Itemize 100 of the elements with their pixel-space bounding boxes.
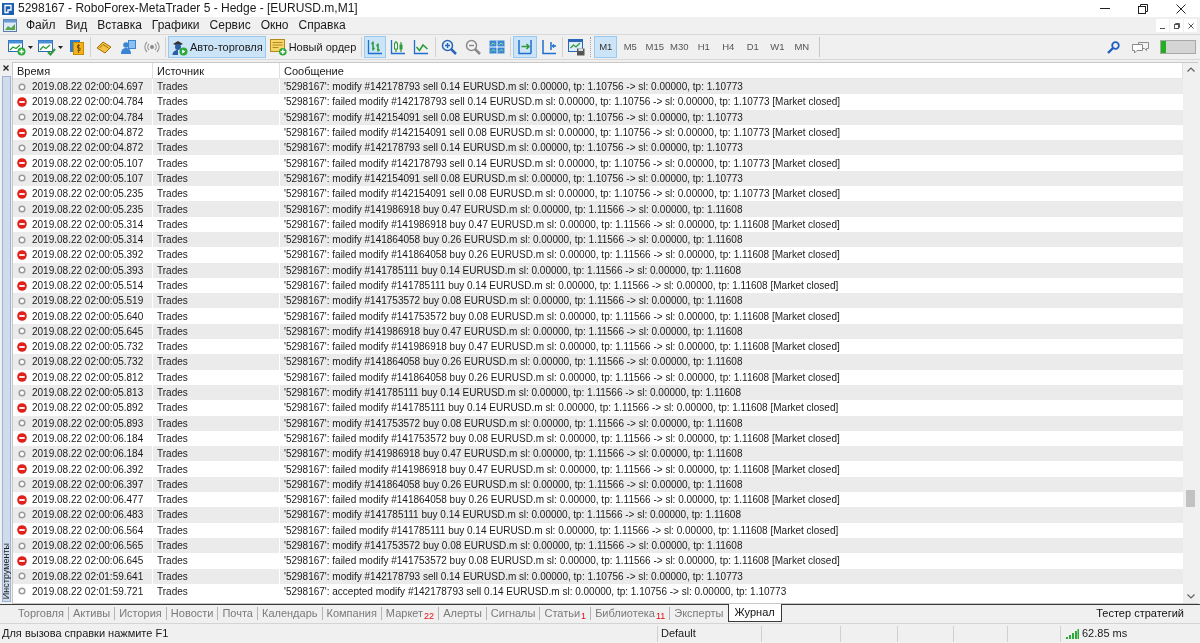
info-ring-icon <box>17 142 27 153</box>
log-row[interactable]: 2019.08.22 02:00:06.184 Trades '5298167': modify #141986918 buy 0.47 EURUSD.m sl: 0.00000, tp: 1.11566 -> sl: 0.00000, tp: 1.11608 <box>13 446 1183 462</box>
menu-item[interactable]: Файл <box>21 17 61 34</box>
panel-tab[interactable]: Алерты <box>439 605 486 622</box>
source-text: Trades <box>157 324 188 339</box>
timestamp-text: 2019.08.22 02:00:06.477 <box>32 493 144 508</box>
timestamp-text: 2019.08.22 02:00:05.813 <box>32 386 144 401</box>
panel-tab[interactable]: Почта <box>218 605 257 622</box>
panel-tab[interactable]: Сигналы <box>486 605 540 622</box>
child-close-button[interactable] <box>1184 19 1197 32</box>
chart-type-button[interactable] <box>364 36 387 58</box>
menu-item[interactable]: Вид <box>60 17 93 34</box>
restore-icon <box>1173 22 1180 29</box>
panel-tab[interactable]: Эксперты <box>670 605 728 622</box>
message-text: '5298167': failed modify #141864058 buy 0.26 EURUSD.m sl: 0.00000, tp: 1.11566 -> sl: 0.00000, tp: 1.11608 [Market closed] <box>284 370 840 385</box>
timeframe-button[interactable]: H4 <box>716 36 740 58</box>
log-row[interactable]: 2019.08.22 02:00:06.483 Trades '5298167': modify #141785111 buy 0.14 EURUSD.m sl: 0.00000, tp: 1.11566 -> sl: 0.00000, tp: 1.11608 <box>13 507 1183 523</box>
close-panel-button[interactable] <box>1 63 11 73</box>
message-text: '5298167': modify #141864058 buy 0.26 EURUSD.m sl: 0.00000, tp: 1.11566 -> sl: 0.00000, tp: 1.11608 <box>284 233 743 248</box>
autoscroll-button[interactable] <box>513 36 538 58</box>
error-icon <box>17 494 27 505</box>
error-icon <box>17 96 27 107</box>
log-row[interactable]: 2019.08.22 02:00:05.519 Trades '5298167': modify #141753572 buy 0.08 EURUSD.m sl: 0.00000, tp: 1.11566 -> sl: 0.00000, tp: 1.11608 <box>13 293 1183 309</box>
timeframe-button[interactable]: M5 <box>618 36 642 58</box>
error-icon <box>17 525 27 536</box>
scroll-thumb[interactable] <box>1186 490 1195 508</box>
error-icon <box>17 311 27 322</box>
close-icon <box>3 65 9 71</box>
chart-window-icon <box>3 19 17 32</box>
scroll-down-icon <box>1186 594 1195 599</box>
timestamp-text: 2019.08.22 02:00:05.732 <box>32 340 144 355</box>
timeframe-button[interactable]: H1 <box>692 36 716 58</box>
timestamp-text: 2019.08.22 02:00:05.235 <box>32 187 144 202</box>
timestamp-text: 2019.08.22 02:00:06.483 <box>32 508 144 523</box>
error-icon <box>17 341 27 352</box>
new-order-button[interactable]: Новый ордер <box>266 36 360 58</box>
source-text: Trades <box>157 508 188 523</box>
source-text: Trades <box>157 416 188 431</box>
timestamp-text: 2019.08.22 02:00:05.393 <box>32 263 144 278</box>
timeframe-button[interactable]: M1 <box>594 36 618 58</box>
timestamp-text: 2019.08.22 02:00:06.184 <box>32 431 144 446</box>
panel-tab[interactable]: Журнал <box>727 604 782 622</box>
message-text: '5298167': modify #141753572 buy 0.08 EURUSD.m sl: 0.00000, tp: 1.11566 -> sl: 0.00000, tp: 1.11608 <box>284 416 743 431</box>
timestamp-text: 2019.08.22 02:00:05.812 <box>32 370 144 385</box>
search-icon <box>1106 40 1120 54</box>
scrollbar[interactable] <box>1183 62 1198 604</box>
panel-tab[interactable]: Компания <box>322 605 381 622</box>
menu-item[interactable]: Окно <box>255 17 294 34</box>
message-text: '5298167': modify #142154091 sell 0.08 EURUSD.m sl: 0.00000, tp: 1.10756 -> sl: 0.00000, tp: 1.10773 <box>284 110 743 125</box>
axis-arrow-left-icon <box>541 39 558 55</box>
source-text: Trades <box>157 340 188 355</box>
log-row[interactable]: 2019.08.22 02:00:05.732 Trades '5298167': modify #141864058 buy 0.26 EURUSD.m sl: 0.00000, tp: 1.11566 -> sl: 0.00000, tp: 1.11608 <box>13 354 1183 370</box>
error-icon <box>17 158 27 169</box>
timeframe-button[interactable]: M15 <box>643 36 667 58</box>
menu-item[interactable]: Графики <box>146 17 205 34</box>
column-header[interactable]: Источник <box>153 63 280 78</box>
source-text: Trades <box>157 370 188 385</box>
source-text: Trades <box>157 584 188 599</box>
source-text: Trades <box>157 386 188 401</box>
caret-icon <box>28 45 33 49</box>
menu-item[interactable]: Справка <box>293 17 351 34</box>
message-text: '5298167': failed modify #141753572 buy 0.08 EURUSD.m sl: 0.00000, tp: 1.11566 -> sl: 0.00000, tp: 1.11608 [Market closed] <box>284 554 840 569</box>
message-text: '5298167': modify #142178793 sell 0.14 EURUSD.m sl: 0.00000, tp: 1.10756 -> sl: 0.00000, tp: 1.10773 <box>284 80 743 95</box>
timeframe-button[interactable]: MN <box>790 36 814 58</box>
child-restore-button[interactable] <box>1170 19 1183 32</box>
timestamp-text: 2019.08.22 02:00:04.784 <box>32 95 144 110</box>
error-icon <box>17 372 27 383</box>
error-icon <box>17 127 27 138</box>
panel-tab[interactable]: История <box>115 605 166 622</box>
error-icon <box>17 188 27 199</box>
message-text: '5298167': failed modify #141864058 buy 0.26 EURUSD.m sl: 0.00000, tp: 1.11566 -> sl: 0.00000, tp: 1.11608 [Market closed] <box>284 248 840 263</box>
panel-tab[interactable]: Торговля <box>14 605 68 622</box>
timeframe-button[interactable]: D1 <box>741 36 765 58</box>
chart-plus-icon <box>8 38 26 56</box>
timeframe-button[interactable]: M30 <box>667 36 691 58</box>
timeframe-button[interactable]: W1 <box>765 36 789 58</box>
strategy-tester-tab[interactable]: Тестер стратегий <box>1096 605 1184 622</box>
log-row[interactable]: 2019.08.22 02:00:04.697 Trades '5298167': modify #142178793 sell 0.14 EURUSD.m sl: 0.00000, tp: 1.10756 -> sl: 0.00000, tp: 1.10773 <box>13 79 1183 95</box>
minimize-icon <box>1160 28 1165 29</box>
message-text: '5298167': failed modify #141785111 buy 0.14 EURUSD.m sl: 0.00000, tp: 1.11566 -> sl: 0.00000, tp: 1.11608 [Market closed] <box>284 523 839 538</box>
menu-item[interactable]: Вставка <box>92 17 147 34</box>
panel-title[interactable]: Инструменты <box>1 542 11 599</box>
auto-trading-button[interactable]: Авто-торговля <box>168 36 266 58</box>
log-row[interactable]: 2019.08.22 02:00:04.872 Trades '5298167': modify #142178793 sell 0.14 EURUSD.m sl: 0.00000, tp: 1.10756 -> sl: 0.00000, tp: 1.10773 <box>13 140 1183 156</box>
source-text: Trades <box>157 493 188 508</box>
panel-tab[interactable]: Активы <box>68 605 115 622</box>
info-ring-icon <box>17 540 27 551</box>
source-text: Trades <box>157 141 188 156</box>
caret-icon <box>58 45 63 49</box>
info-ring-icon <box>17 326 27 337</box>
menu-item[interactable]: Сервис <box>204 17 256 34</box>
timestamp-text: 2019.08.22 02:00:05.640 <box>32 309 144 324</box>
message-text: '5298167': modify #141753572 buy 0.08 EURUSD.m sl: 0.00000, tp: 1.11566 -> sl: 0.00000, tp: 1.11608 <box>284 294 743 309</box>
panel-tab[interactable]: Календарь <box>258 605 322 622</box>
log-row[interactable]: 2019.08.22 02:00:05.235 Trades '5298167': modify #141986918 buy 0.47 EURUSD.m sl: 0.00000, tp: 1.11566 -> sl: 0.00000, tp: 1.11608 <box>13 201 1183 217</box>
panel-tab[interactable]: Новости <box>166 605 218 622</box>
column-header[interactable]: Время <box>13 63 153 78</box>
close-icon <box>1187 22 1194 29</box>
template-button[interactable] <box>565 36 588 58</box>
child-minimize-button[interactable] <box>1156 19 1169 32</box>
